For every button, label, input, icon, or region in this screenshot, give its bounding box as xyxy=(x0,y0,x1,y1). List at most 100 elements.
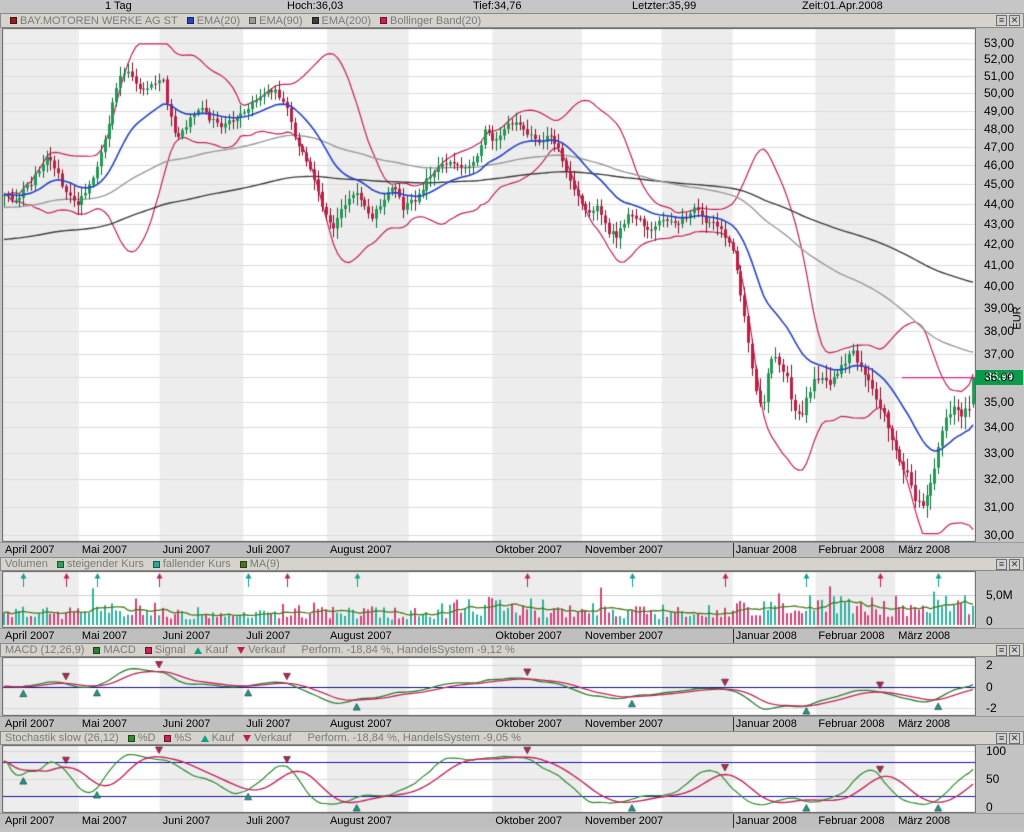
x-axis-label: Mai 2007 xyxy=(82,718,127,731)
macd-panel-header: MACD (12,26,9)MACDSignalKaufVerkaufPerfo… xyxy=(0,643,1024,657)
legend-label: BAY.MOTOREN WERKE AG ST xyxy=(20,15,178,27)
volume-legend: Volumensteigender Kursfallender KursMA(9… xyxy=(1,558,280,570)
legend-swatch-icon xyxy=(57,561,64,568)
legend-item: MA(9) xyxy=(231,558,280,570)
macd-panel: MACD (12,26,9)MACDSignalKaufVerkaufPerfo… xyxy=(0,643,1024,716)
y-tick-label: 40,00 xyxy=(984,279,1014,293)
y-tick-label: 41,00 xyxy=(984,258,1014,272)
legend-label: EMA(200) xyxy=(322,15,372,27)
panel-close-icon[interactable]: ✕ xyxy=(1009,15,1020,26)
high-label: Hoch:36,03 xyxy=(287,0,343,13)
y-tick-label: 5,0M xyxy=(986,589,1013,602)
y-tick-label: 51,00 xyxy=(984,69,1014,83)
panel-close-icon[interactable]: ✕ xyxy=(1009,559,1020,570)
x-axis-label: November 2007 xyxy=(585,544,663,557)
low-label: Tief:34,76 xyxy=(473,0,522,13)
legend-swatch-icon xyxy=(153,561,160,568)
y-tick-label: 35,00 xyxy=(984,395,1014,409)
x-axis-label: Januar 2008 xyxy=(736,718,797,731)
y-tick-label: 46,00 xyxy=(984,158,1014,172)
performance-label: Perform. -18,84 %, HandelsSystem -9,05 % xyxy=(308,732,521,744)
y-tick-label: 34,00 xyxy=(984,420,1014,434)
y-tick-label: 47,00 xyxy=(984,140,1014,154)
x-axis-label: August 2007 xyxy=(330,815,392,828)
x-axis-label: April 2007 xyxy=(5,544,55,557)
legend-label: fallender Kurs xyxy=(163,558,231,570)
x-axis-label: Juli 2007 xyxy=(246,630,290,643)
legend-title: MACD (12,26,9) xyxy=(5,644,84,656)
macd-y-axis: 2 0 -2 xyxy=(976,657,1024,716)
x-axis-label: April 2007 xyxy=(5,630,55,643)
bottom-strip xyxy=(0,828,1024,832)
price-y-axis: 35,99 EUR 53,0052,0051,0050,0049,0048,00… xyxy=(976,28,1024,542)
stochastic-panel: Stochastik slow (26,12)%D%SKaufVerkaufPe… xyxy=(0,731,1024,813)
legend-label: EMA(90) xyxy=(259,15,302,27)
legend-item: EMA(20) xyxy=(178,15,240,27)
y-tick-label: 39,00 xyxy=(984,301,1014,315)
legend-item: fallender Kurs xyxy=(144,558,231,570)
y-tick-label: 49,00 xyxy=(984,104,1014,118)
stochastic-legend: Stochastik slow (26,12)%D%SKaufVerkaufPe… xyxy=(1,732,521,744)
y-tick-label: 100 xyxy=(986,745,1006,758)
buy-marker-icon xyxy=(201,735,209,742)
timeframe-label: 1 Tag xyxy=(105,0,132,13)
x-axis-label: Oktober 2007 xyxy=(495,815,562,828)
x-axis-label: März 2008 xyxy=(898,718,950,731)
legend-label: Verkauf xyxy=(254,732,291,744)
y-tick-label: 48,00 xyxy=(984,122,1014,136)
legend-item: Signal xyxy=(136,644,186,656)
legend-swatch-icon xyxy=(93,647,100,654)
legend-item: EMA(200) xyxy=(303,15,372,27)
legend-swatch-icon xyxy=(145,647,152,654)
y-tick-label: 30,00 xyxy=(984,528,1014,542)
trading-chart-window: 1 Tag Hoch:36,03 Tief:34,76 Letzter:35,9… xyxy=(0,0,1024,832)
x-axis-label: Februar 2008 xyxy=(818,544,884,557)
x-axis-label: Mai 2007 xyxy=(82,630,127,643)
x-axis-label: August 2007 xyxy=(330,630,392,643)
price-chart-canvas[interactable] xyxy=(2,28,976,542)
x-axis-label: Juni 2007 xyxy=(163,544,211,557)
y-tick-label: 2 xyxy=(986,659,993,672)
x-axis-label: April 2007 xyxy=(5,718,55,731)
panel-menu-icon[interactable]: ≡ xyxy=(996,733,1007,744)
volume-panel-header: Volumensteigender Kursfallender KursMA(9… xyxy=(0,557,1024,571)
legend-label: %D xyxy=(138,732,156,744)
x-axis-label: März 2008 xyxy=(898,815,950,828)
y-tick-label: 36,00 xyxy=(984,370,1014,384)
x-axis-row-stochastic: April 2007Mai 2007Juni 2007Juli 2007Augu… xyxy=(0,813,1024,828)
legend-swatch-icon xyxy=(164,735,171,742)
legend-label: Signal xyxy=(155,644,186,656)
x-axis-label: Juli 2007 xyxy=(246,718,290,731)
y-tick-label: 0 xyxy=(986,615,993,628)
macd-legend: MACD (12,26,9)MACDSignalKaufVerkaufPerfo… xyxy=(1,644,515,656)
panel-menu-icon[interactable]: ≡ xyxy=(996,15,1007,26)
last-label: Letzter:35,99 xyxy=(632,0,696,13)
panel-menu-icon[interactable]: ≡ xyxy=(996,559,1007,570)
x-axis-label: Juli 2007 xyxy=(246,544,290,557)
volume-chart-canvas[interactable] xyxy=(2,571,976,628)
y-tick-label: 50,00 xyxy=(984,86,1014,100)
legend-item: %D xyxy=(119,732,156,744)
year-divider xyxy=(733,629,734,643)
y-tick-label: 37,00 xyxy=(984,347,1014,361)
sell-marker-icon xyxy=(237,647,245,654)
legend-swatch-icon xyxy=(380,17,387,24)
x-axis-label: November 2007 xyxy=(585,718,663,731)
legend-label: Bollinger Band(20) xyxy=(390,15,481,27)
y-tick-label: -2 xyxy=(986,702,997,715)
macd-chart-canvas[interactable] xyxy=(2,657,976,716)
x-axis-label: Oktober 2007 xyxy=(495,630,562,643)
y-tick-label: 0 xyxy=(986,681,993,694)
stochastic-chart-canvas[interactable] xyxy=(2,745,976,813)
x-axis-label: August 2007 xyxy=(330,718,392,731)
panel-menu-icon[interactable]: ≡ xyxy=(996,645,1007,656)
x-axis-label: Juni 2007 xyxy=(163,718,211,731)
stochastic-panel-header: Stochastik slow (26,12)%D%SKaufVerkaufPe… xyxy=(0,731,1024,745)
legend-item: Verkauf xyxy=(234,732,291,744)
year-divider xyxy=(733,543,734,557)
legend-title: Volumen xyxy=(5,558,48,570)
legend-swatch-icon xyxy=(312,17,319,24)
x-axis-label: November 2007 xyxy=(585,630,663,643)
panel-close-icon[interactable]: ✕ xyxy=(1009,733,1020,744)
panel-close-icon[interactable]: ✕ xyxy=(1009,645,1020,656)
